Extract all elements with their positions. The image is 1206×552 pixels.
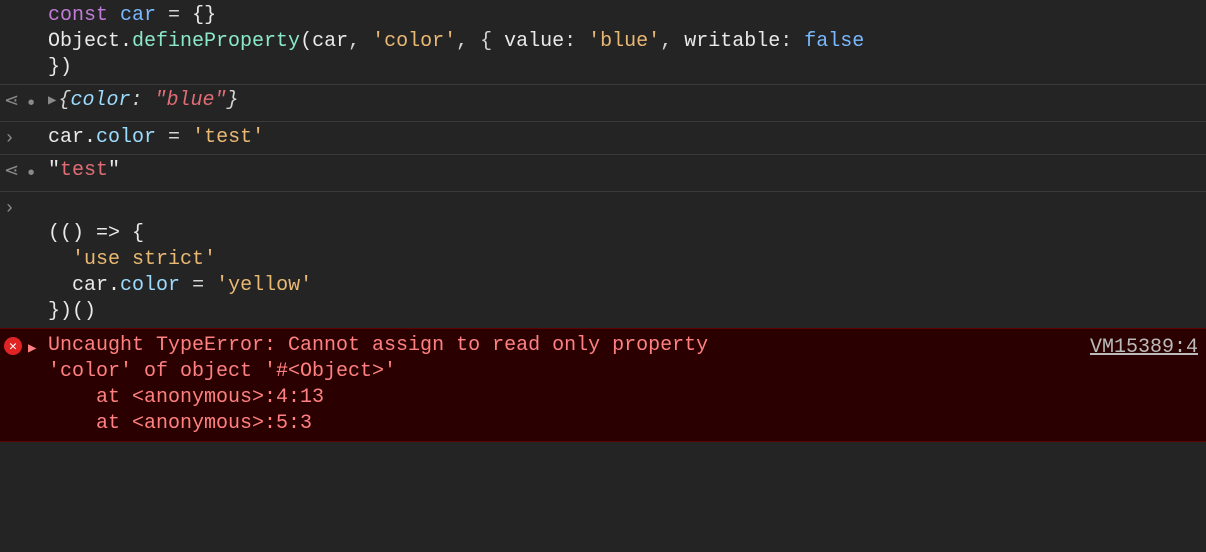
console-error-row: ✕ ▶ Uncaught TypeError: Cannot assign to… bbox=[0, 328, 1206, 442]
code-block[interactable]: (() => { 'use strict' car.color = 'yello… bbox=[48, 195, 1198, 325]
input-arrow-icon: › bbox=[4, 130, 15, 148]
object-literal: Object bbox=[48, 30, 120, 53]
method-defineProperty: defineProperty bbox=[132, 30, 300, 53]
preview-key-color: color bbox=[70, 89, 130, 112]
obj-car: car bbox=[72, 274, 108, 297]
keyword-const: const bbox=[48, 4, 108, 27]
error-stack-2: at <anonymous>:5:3 bbox=[48, 412, 312, 435]
error-text-line1: Uncaught TypeError: Cannot assign to rea… bbox=[48, 334, 720, 357]
preview-value-blue: "blue" bbox=[154, 89, 226, 112]
error-icon: ✕ bbox=[4, 337, 22, 355]
expand-triangle-icon[interactable]: ▶ bbox=[48, 92, 56, 110]
key-value: value bbox=[504, 30, 564, 53]
obj-car: car bbox=[48, 126, 84, 149]
key-writable: writable bbox=[684, 30, 780, 53]
console-output-row: ⋖ • "test" bbox=[0, 155, 1206, 192]
identifier-car: car bbox=[120, 4, 156, 27]
console-input-row: const car = {} Object.defineProperty(car… bbox=[0, 0, 1206, 85]
code-block[interactable]: car.color = 'test' bbox=[48, 125, 1198, 151]
error-text-line2: 'color' of object '#<Object>' bbox=[48, 360, 396, 383]
string-test: 'test' bbox=[192, 126, 264, 149]
console-input-row: › car.color = 'test' bbox=[0, 122, 1206, 155]
string-use-strict: 'use strict' bbox=[72, 248, 216, 271]
dot-icon: • bbox=[25, 92, 37, 118]
console-input-row: › (() => { 'use strict' car.color = 'yel… bbox=[0, 192, 1206, 328]
gutter bbox=[4, 3, 48, 5]
empty-object: {} bbox=[192, 4, 216, 27]
string-blue: 'blue' bbox=[588, 30, 660, 53]
result-test: test bbox=[60, 159, 108, 182]
preview-sep: : bbox=[130, 89, 154, 112]
output-arrow-icon: ⋖ bbox=[4, 93, 19, 111]
string-result[interactable]: "test" bbox=[48, 158, 1198, 184]
prop-color: color bbox=[96, 126, 156, 149]
equals: = bbox=[156, 4, 192, 27]
console-output-row: ⋖ • ▶{color: "blue"} bbox=[0, 85, 1206, 122]
brace-close: } bbox=[227, 89, 239, 112]
input-arrow-icon: › bbox=[4, 200, 15, 218]
code-block[interactable]: const car = {} Object.defineProperty(car… bbox=[48, 3, 1198, 81]
gutter-output: ⋖ • bbox=[4, 88, 48, 118]
gutter-input: › bbox=[4, 125, 48, 148]
string-color: 'color' bbox=[372, 30, 456, 53]
arg-car: car bbox=[312, 30, 348, 53]
object-preview[interactable]: ▶{color: "blue"} bbox=[48, 88, 1198, 114]
gutter-output: ⋖ • bbox=[4, 158, 48, 188]
gutter-input: › bbox=[4, 195, 48, 218]
close-brace: }) bbox=[48, 56, 72, 79]
output-arrow-icon: ⋖ bbox=[4, 163, 19, 181]
prop-color: color bbox=[120, 274, 180, 297]
error-stack-1: at <anonymous>:4:13 bbox=[48, 386, 324, 409]
gutter-error: ✕ ▶ bbox=[4, 333, 48, 358]
expand-triangle-icon[interactable]: ▶ bbox=[28, 340, 36, 358]
dot-icon: • bbox=[25, 162, 37, 188]
error-source-link[interactable]: VM15389:4 bbox=[1090, 333, 1198, 361]
error-message[interactable]: Uncaught TypeError: Cannot assign to rea… bbox=[48, 333, 1070, 437]
boolean-false: false bbox=[804, 30, 864, 53]
brace-open: { bbox=[58, 89, 70, 112]
string-yellow: 'yellow' bbox=[216, 274, 312, 297]
